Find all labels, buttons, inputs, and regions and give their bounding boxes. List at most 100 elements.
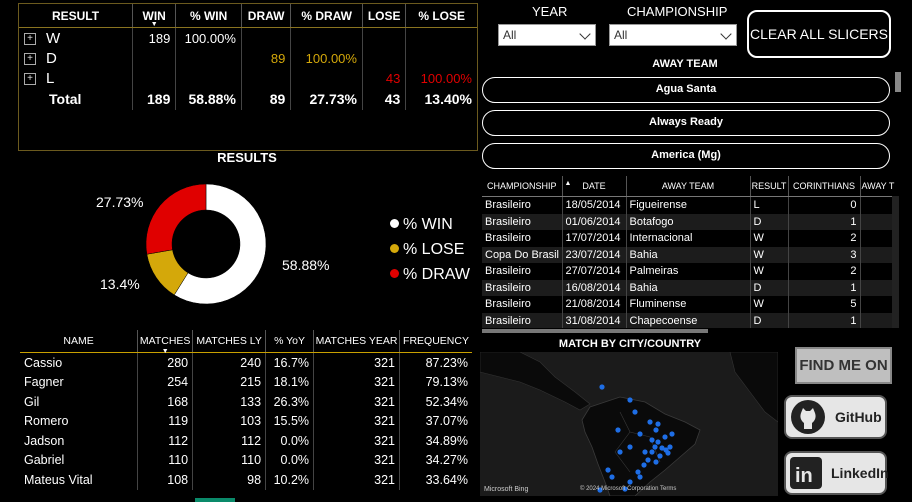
map-marker[interactable] — [641, 462, 647, 468]
matches-cell: 5 — [788, 296, 861, 313]
table-row[interactable]: Copa Do Brasil 23/07/2014 Bahia W 3 — [482, 246, 895, 263]
table-row[interactable]: Brasileiro 16/08/2014 Bahia D 1 — [482, 279, 895, 296]
map-marker[interactable] — [635, 469, 641, 475]
players-cell: 87.23% — [425, 355, 468, 370]
col-header-matches-year[interactable]: MATCHES YEAR — [313, 330, 401, 353]
map-marker[interactable] — [632, 409, 638, 415]
col-header-lose[interactable]: LOSE — [362, 4, 407, 28]
players-cell: 112 — [192, 431, 267, 451]
page-tab-indicator[interactable] — [195, 498, 235, 502]
map-marker[interactable] — [653, 427, 659, 433]
legend-item-win[interactable]: % WIN — [390, 212, 470, 237]
map-marker[interactable] — [667, 444, 673, 450]
table-row[interactable]: Gil 168 133 26.3% 321 52.34% — [20, 392, 472, 412]
col-header-frequency[interactable]: FREQUENCY — [399, 330, 472, 353]
table-row[interactable]: Brasileiro 17/07/2014 Internacional W 2 — [482, 230, 895, 247]
col-header-away-team-score[interactable]: AWAY T — [860, 176, 895, 197]
table-row[interactable]: Brasileiro 27/07/2014 Palmeiras W 2 — [482, 263, 895, 280]
away-team-option[interactable]: America (Mg) — [482, 143, 890, 169]
players-cell: 215 — [192, 372, 267, 392]
away-team-option[interactable]: Agua Santa — [482, 77, 890, 103]
matches-cell: 0 — [788, 196, 861, 214]
linkedin-button[interactable]: in LinkedIn — [784, 451, 889, 495]
map-marker[interactable] — [599, 384, 605, 390]
col-header-result[interactable]: RESULT — [19, 4, 133, 28]
players-cell: Gil — [20, 392, 139, 412]
chevron-down-icon — [720, 28, 732, 40]
col-header-result[interactable]: RESULT — [750, 176, 789, 197]
col-header-championship[interactable]: CHAMPIONSHIP — [482, 176, 563, 197]
away-team-scrollbar[interactable] — [895, 72, 901, 92]
central-america-landmass — [480, 352, 591, 411]
map-marker[interactable] — [642, 449, 648, 455]
map-marker[interactable] — [657, 453, 663, 459]
map-marker[interactable] — [655, 439, 661, 445]
github-button[interactable]: GitHub — [784, 395, 887, 439]
table-row[interactable]: Brasileiro 18/05/2014 Figueirense L 0 — [482, 196, 895, 214]
legend-item-lose[interactable]: % LOSE — [390, 237, 470, 262]
table-row[interactable]: Gabriel 110 110 0.0% 321 34.27% — [20, 450, 472, 470]
away-team-slicer-title: AWAY TEAM — [652, 58, 718, 70]
map-marker[interactable] — [653, 459, 659, 465]
players-cell: 112 — [137, 431, 194, 451]
matches-cell: 23/07/2014 — [562, 246, 627, 263]
col-header-yoy[interactable]: % YoY — [265, 330, 315, 353]
col-header-win[interactable]: WIN ▼ — [132, 4, 177, 28]
expand-plus-icon[interactable]: + — [24, 32, 36, 45]
map-marker[interactable] — [662, 434, 668, 440]
map-marker[interactable] — [652, 444, 658, 450]
map-marker[interactable] — [647, 419, 653, 425]
year-dropdown[interactable]: All — [498, 24, 596, 46]
map-marker[interactable] — [649, 449, 655, 455]
col-header-away-team[interactable]: AWAY TEAM — [626, 176, 751, 197]
players-cell: 321 — [313, 450, 401, 470]
matches-horizontal-scrollbar[interactable] — [482, 329, 708, 333]
results-donut-chart[interactable] — [140, 180, 340, 310]
clear-all-slicers-button[interactable]: CLEAR ALL SLICERS — [747, 10, 891, 58]
map-marker[interactable] — [655, 421, 661, 427]
away-team-option[interactable]: Always Ready — [482, 110, 890, 136]
col-header-pct-lose[interactable]: % LOSE — [405, 4, 477, 28]
matches-vertical-scrollbar[interactable] — [892, 196, 899, 328]
table-row[interactable]: Jadson 112 112 0.0% 321 34.89% — [20, 431, 472, 451]
donut-slice-draw[interactable] — [145, 183, 207, 255]
svg-text:in: in — [795, 465, 813, 487]
table-row[interactable]: Brasileiro 31/08/2014 Chapecoense D 1 — [482, 312, 895, 328]
map-marker[interactable] — [669, 431, 675, 437]
col-header-pct-win[interactable]: % WIN — [175, 4, 242, 28]
table-row[interactable]: Fagner 254 215 18.1% 321 79.13% — [20, 372, 472, 392]
expand-plus-icon[interactable]: + — [24, 72, 36, 85]
year-slicer-label: YEAR — [532, 4, 568, 19]
col-header-matches[interactable]: MATCHES ▼ — [137, 330, 194, 355]
col-header-date[interactable]: ▲ DATE — [562, 176, 627, 197]
table-row[interactable]: Brasileiro 21/08/2014 Fluminense W 5 — [482, 296, 895, 313]
map-marker[interactable] — [649, 437, 655, 443]
match-map[interactable] — [480, 352, 778, 496]
matrix-total-row: Total 189 58.88% 89 27.73% 43 13.40% — [19, 88, 477, 110]
map-marker[interactable] — [665, 450, 671, 456]
map-marker[interactable] — [609, 474, 615, 480]
map-marker[interactable] — [617, 449, 623, 455]
map-marker[interactable] — [615, 427, 621, 433]
col-header-draw[interactable]: DRAW — [241, 4, 292, 28]
map-copyright[interactable]: © 2024 Microsoft Corporation Terms — [580, 486, 676, 492]
legend-item-draw[interactable]: % DRAW — [390, 262, 470, 287]
players-cell: 254 — [137, 372, 194, 392]
map-marker[interactable] — [627, 479, 633, 485]
expand-plus-icon[interactable]: + — [24, 52, 36, 65]
map-marker[interactable] — [637, 474, 643, 480]
championship-dropdown[interactable]: All — [609, 24, 737, 46]
col-header-matches-ly[interactable]: MATCHES LY — [192, 330, 267, 353]
table-row[interactable]: Mateus Vital 108 98 10.2% 321 33.64% — [20, 470, 472, 490]
table-row[interactable]: Cassio 280 240 16.7% 321 87.23% — [20, 352, 472, 373]
map-marker[interactable] — [645, 457, 651, 463]
col-header-name[interactable]: NAME — [20, 330, 139, 353]
map-marker[interactable] — [627, 444, 633, 450]
col-header-corinthians[interactable]: CORINTHIANS — [788, 176, 861, 197]
table-row[interactable]: Brasileiro 01/06/2014 Botafogo D 1 — [482, 213, 895, 230]
map-marker[interactable] — [637, 431, 643, 437]
table-row[interactable]: Romero 119 103 15.5% 321 37.07% — [20, 411, 472, 431]
map-marker[interactable] — [627, 397, 633, 403]
col-header-pct-draw[interactable]: % DRAW — [290, 4, 363, 28]
map-marker[interactable] — [605, 467, 611, 473]
